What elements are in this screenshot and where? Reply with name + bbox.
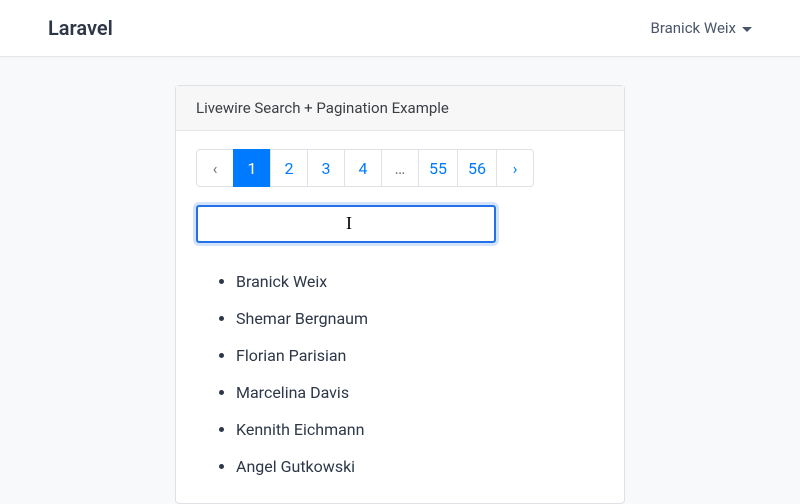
pagination-page-4[interactable]: 4 xyxy=(344,149,382,187)
results-list: Branick WeixShemar BergnaumFlorian Paris… xyxy=(196,263,604,485)
pagination-page-3[interactable]: 3 xyxy=(307,149,345,187)
list-item: Branick Weix xyxy=(236,263,604,300)
pagination-next[interactable]: › xyxy=(496,149,534,187)
list-item: Shemar Bergnaum xyxy=(236,300,604,337)
pagination-page-1[interactable]: 1 xyxy=(233,149,271,187)
list-item: Marcelina Davis xyxy=(236,374,604,411)
pagination-page-55[interactable]: 55 xyxy=(418,149,458,187)
example-card: Livewire Search + Pagination Example ‹ 1… xyxy=(175,85,625,504)
list-item: Florian Parisian xyxy=(236,337,604,374)
pagination: ‹ 1234…5556› xyxy=(196,149,604,187)
pagination-page-56[interactable]: 56 xyxy=(457,149,497,187)
search-wrap: I xyxy=(196,205,604,243)
navbar: Laravel Branick Weix xyxy=(0,0,800,57)
brand[interactable]: Laravel xyxy=(48,16,113,40)
pagination-prev[interactable]: ‹ xyxy=(196,149,234,187)
user-dropdown[interactable]: Branick Weix xyxy=(650,19,752,37)
main-container: Livewire Search + Pagination Example ‹ 1… xyxy=(175,85,625,504)
search-input[interactable] xyxy=(196,205,496,243)
card-header: Livewire Search + Pagination Example xyxy=(176,86,624,131)
chevron-down-icon xyxy=(742,27,752,32)
user-name: Branick Weix xyxy=(650,19,736,37)
list-item: Kennith Eichmann xyxy=(236,411,604,448)
pagination-ellipsis: … xyxy=(381,149,419,187)
pagination-page-2[interactable]: 2 xyxy=(270,149,308,187)
list-item: Angel Gutkowski xyxy=(236,448,604,485)
card-body: ‹ 1234…5556› I Branick WeixShemar Bergna… xyxy=(176,131,624,503)
